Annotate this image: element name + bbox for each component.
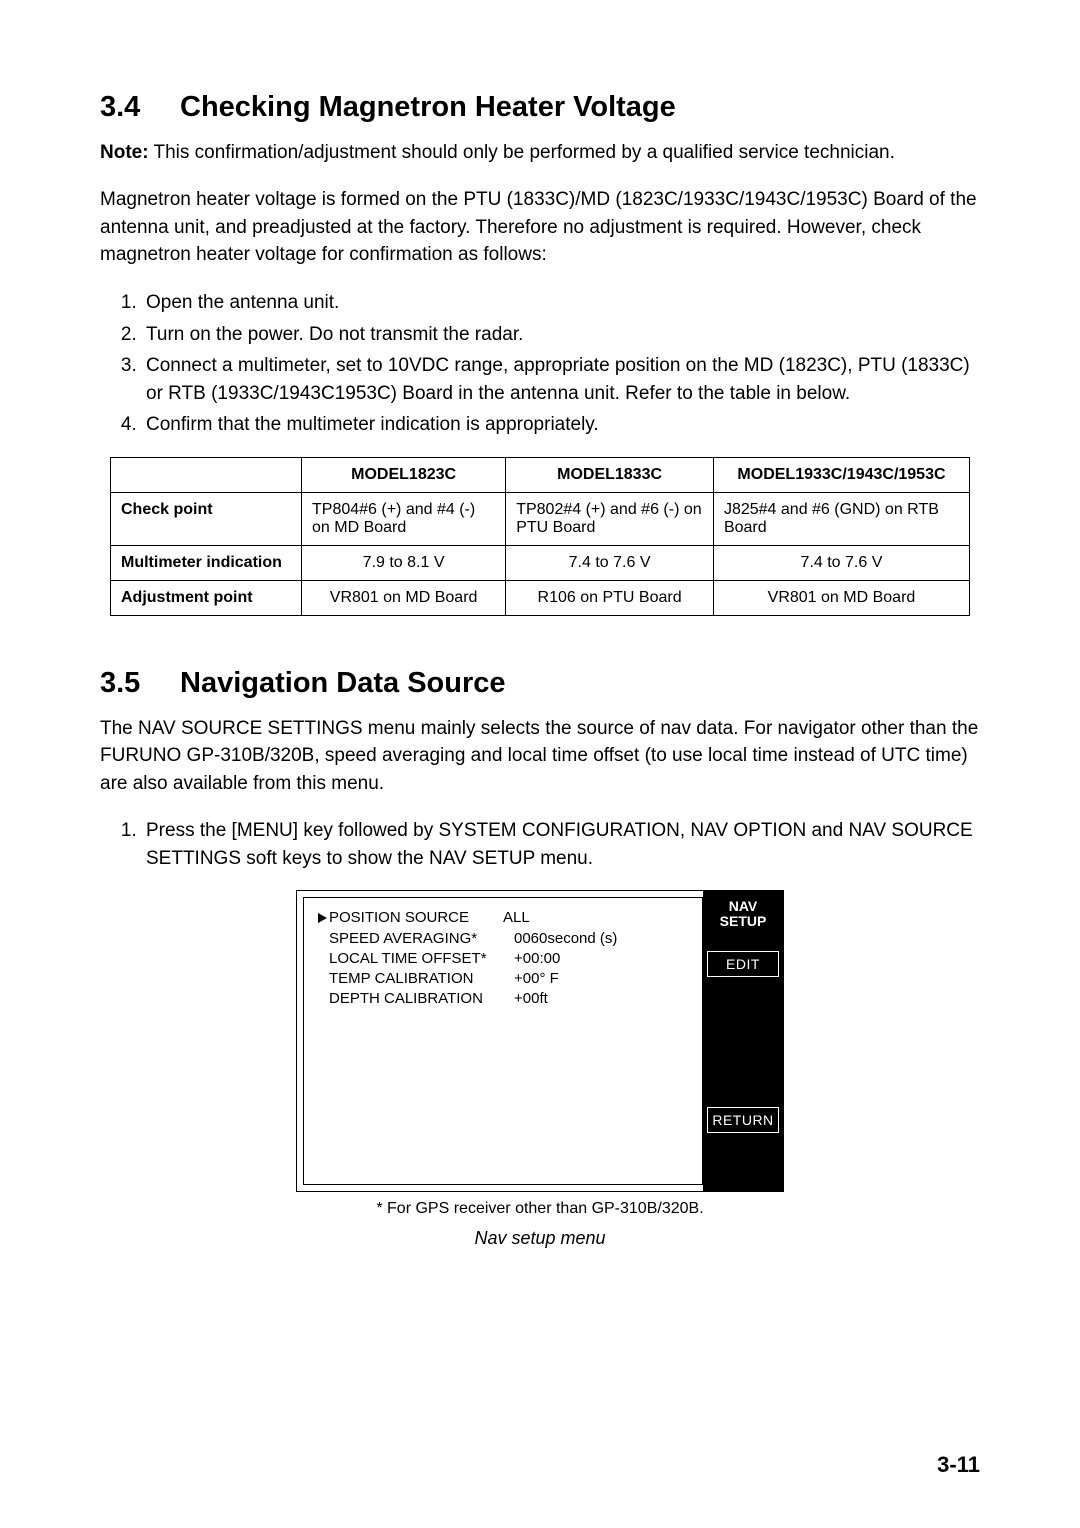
document-page: 3.4Checking Magnetron Heater Voltage Not… <box>0 0 1080 1528</box>
section-3-4-number: 3.4 <box>100 90 180 125</box>
nav-setup-title: NAV SETUP <box>720 899 767 928</box>
note-body: This confirmation/adjustment should only… <box>154 142 895 163</box>
section-3-5-paragraph: The NAV SOURCE SETTINGS menu mainly sele… <box>100 715 980 798</box>
menu-item-label: TEMP CALIBRATION <box>329 970 473 987</box>
softkey-edit: EDIT <box>707 951 779 977</box>
row-label: Adjustment point <box>111 580 302 615</box>
menu-item-value: +00° F <box>514 969 559 989</box>
cell: VR801 on MD Board <box>713 580 969 615</box>
row-label: Multimeter indication <box>111 545 302 580</box>
cursor-icon <box>318 913 327 923</box>
list-item: Press the [MENU] key followed by SYSTEM … <box>142 817 980 872</box>
list-item: Turn on the power. Do not transmit the r… <box>142 321 980 349</box>
cell: R106 on PTU Board <box>506 580 714 615</box>
note-label: Note: <box>100 142 149 163</box>
nav-title-l1: NAV <box>729 898 758 914</box>
nav-setup-screen: POSITION SOURCE ALL SPEED AVERAGING* 006… <box>296 890 784 1192</box>
menu-item-label: LOCAL TIME OFFSET* <box>329 950 487 967</box>
softkey-return: RETURN <box>707 1107 779 1133</box>
menu-item-value: ALL <box>503 908 530 928</box>
menu-item-position-source: POSITION SOURCE ALL <box>318 908 692 928</box>
nav-title-l2: SETUP <box>720 913 767 929</box>
menu-item-value: 0060second (s) <box>514 929 617 949</box>
table-header-blank <box>111 457 302 492</box>
cell: TP802#4 (+) and #6 (-) on PTU Board <box>506 492 714 545</box>
menu-item-depth-calibration: DEPTH CALIBRATION +00ft <box>318 989 692 1009</box>
nav-setup-softkey-column: NAV SETUP EDIT RETURN <box>703 891 783 1191</box>
row-label: Check point <box>111 492 302 545</box>
list-item: Confirm that the multimeter indication i… <box>142 411 980 439</box>
cell: 7.9 to 8.1 V <box>302 545 506 580</box>
magnetron-table: MODEL1823C MODEL1833C MODEL1933C/1943C/1… <box>110 457 970 616</box>
section-3-4-note: Note: This confirmation/adjustment shoul… <box>100 139 980 167</box>
section-3-5-title: Navigation Data Source <box>180 667 506 699</box>
list-item: Open the antenna unit. <box>142 289 980 317</box>
cell: J825#4 and #6 (GND) on RTB Board <box>713 492 969 545</box>
nav-setup-figure: POSITION SOURCE ALL SPEED AVERAGING* 006… <box>296 890 784 1192</box>
table-row: MODEL1823C MODEL1833C MODEL1933C/1943C/1… <box>111 457 970 492</box>
menu-item-label: DEPTH CALIBRATION <box>329 990 483 1007</box>
section-3-5-heading: 3.5Navigation Data Source <box>100 666 980 701</box>
figure-footnote: * For GPS receiver other than GP-310B/32… <box>296 1200 784 1218</box>
page-number: 3-11 <box>937 1452 980 1478</box>
list-item: Connect a multimeter, set to 10VDC range… <box>142 352 980 407</box>
menu-item-value: +00:00 <box>514 949 560 969</box>
section-3-5-steps: Press the [MENU] key followed by SYSTEM … <box>100 817 980 872</box>
table-header-model1933c: MODEL1933C/1943C/1953C <box>713 457 969 492</box>
nav-setup-menu-area: POSITION SOURCE ALL SPEED AVERAGING* 006… <box>303 897 703 1185</box>
table-header-model1823c: MODEL1823C <box>302 457 506 492</box>
cell: 7.4 to 7.6 V <box>506 545 714 580</box>
section-3-4-steps: Open the antenna unit. Turn on the power… <box>100 289 980 439</box>
section-3-4-heading: 3.4Checking Magnetron Heater Voltage <box>100 90 980 125</box>
table-row: Multimeter indication 7.9 to 8.1 V 7.4 t… <box>111 545 970 580</box>
table-row: Check point TP804#6 (+) and #4 (-) on MD… <box>111 492 970 545</box>
menu-item-temp-calibration: TEMP CALIBRATION +00° F <box>318 969 692 989</box>
section-3-5-number: 3.5 <box>100 666 180 701</box>
menu-item-speed-averaging: SPEED AVERAGING* 0060second (s) <box>318 929 692 949</box>
section-3-4-paragraph: Magnetron heater voltage is formed on th… <box>100 186 980 269</box>
menu-item-label: POSITION SOURCE <box>329 909 469 926</box>
menu-item-label: SPEED AVERAGING* <box>329 930 477 947</box>
table-row: Adjustment point VR801 on MD Board R106 … <box>111 580 970 615</box>
table-header-model1833c: MODEL1833C <box>506 457 714 492</box>
cell: TP804#6 (+) and #4 (-) on MD Board <box>302 492 506 545</box>
cell: VR801 on MD Board <box>302 580 506 615</box>
menu-item-value: +00ft <box>514 989 548 1009</box>
figure-caption: Nav setup menu <box>100 1228 980 1249</box>
section-3-4-title: Checking Magnetron Heater Voltage <box>180 91 676 123</box>
cell: 7.4 to 7.6 V <box>713 545 969 580</box>
menu-item-local-time-offset: LOCAL TIME OFFSET* +00:00 <box>318 949 692 969</box>
